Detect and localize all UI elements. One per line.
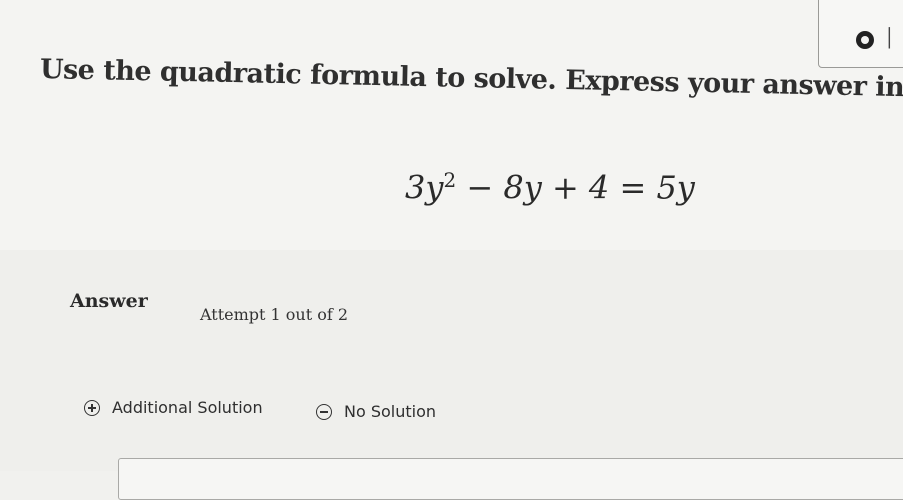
answer-panel [0,250,903,471]
equation-coefficient: 3 [405,168,426,207]
equation-operator: + [551,168,579,207]
plus-circle-icon [84,399,100,416]
attempt-counter: Attempt 1 out of 2 [200,305,349,324]
additional-solution-label: Additional Solution [112,398,263,417]
no-solution-button[interactable]: No Solution [316,402,436,421]
equation: 3y2 − 8y + 4 = 5y [405,168,695,207]
minus-circle-icon [316,403,332,420]
equation-term: 8 [503,168,524,207]
record-icon[interactable] [856,31,874,49]
equation-rhs: 5 [656,168,677,207]
equation-variable: y [523,168,542,207]
equation-variable: y [676,168,695,207]
answer-label: Answer [70,290,148,312]
additional-solution-button[interactable]: Additional Solution [84,398,263,417]
equation-exponent: 2 [443,168,457,192]
equation-variable: y [425,168,444,207]
answer-input[interactable] [118,458,903,500]
caret-icon: │ [884,28,895,49]
equation-equals: = [619,168,647,207]
equation-constant: 4 [588,168,610,207]
no-solution-label: No Solution [344,402,437,421]
question-panel [0,0,903,250]
equation-operator: − [466,168,494,207]
